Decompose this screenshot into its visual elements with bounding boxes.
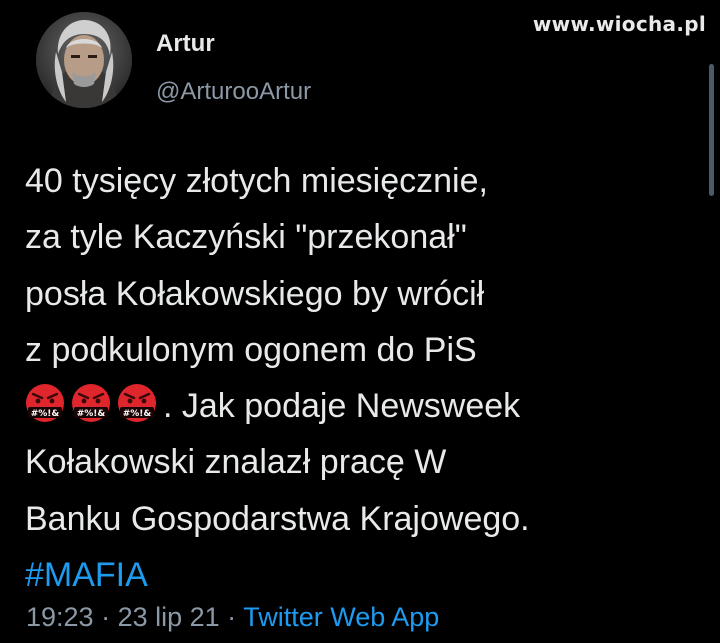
tweet-line-continuation: . Jak podaje Newsweek bbox=[163, 387, 521, 426]
avatar[interactable] bbox=[36, 12, 132, 108]
tweet-source-link[interactable]: Twitter Web App bbox=[243, 602, 439, 632]
author-handle[interactable]: @ArturooArtur bbox=[156, 78, 311, 106]
author-display-name[interactable]: Artur bbox=[156, 30, 215, 58]
hashtag-link[interactable]: #MAFIA bbox=[25, 547, 705, 603]
tweet-line: posła Kołakowskiego by wrócił bbox=[25, 274, 485, 313]
meta-separator: · bbox=[93, 602, 118, 632]
tweet-line: Banku Gospodarstwa Krajowego. bbox=[25, 499, 530, 538]
tweet-meta: 19:23 · 23 lip 21 · Twitter Web App bbox=[26, 602, 439, 633]
scrollbar[interactable] bbox=[709, 64, 714, 196]
watermark: www.wiocha.pl bbox=[532, 12, 706, 36]
face-with-symbols-on-mouth-icon: #%!& bbox=[72, 384, 110, 423]
tweet-date[interactable]: 23 lip 21 bbox=[118, 602, 220, 632]
tweet-line: z podkulonym ogonem do PiS bbox=[25, 330, 477, 369]
tweet-line: Kołakowski znalazł pracę W bbox=[25, 443, 447, 482]
tweet-time[interactable]: 19:23 bbox=[26, 602, 94, 632]
meta-separator: · bbox=[219, 602, 244, 632]
emoji-symbols-text: #%!& bbox=[123, 409, 152, 419]
face-with-symbols-on-mouth-icon: #%!& bbox=[118, 384, 156, 423]
tweet-text: 40 tysięcy złotych miesięcznie, za tyle … bbox=[25, 153, 705, 603]
face-with-symbols-on-mouth-icon: #%!& bbox=[26, 384, 64, 423]
emoji-symbols-text: #%!& bbox=[31, 409, 60, 419]
tweet-line: za tyle Kaczyński "przekonał" bbox=[25, 218, 467, 257]
emoji-symbols-text: #%!& bbox=[77, 409, 106, 419]
avatar-portrait-icon bbox=[36, 12, 132, 108]
tweet-line: 40 tysięcy złotych miesięcznie, bbox=[25, 162, 488, 200]
tweet-line-with-emoji: #%!& #%!& #%!& . Jak podaje Newsweek bbox=[25, 378, 705, 434]
